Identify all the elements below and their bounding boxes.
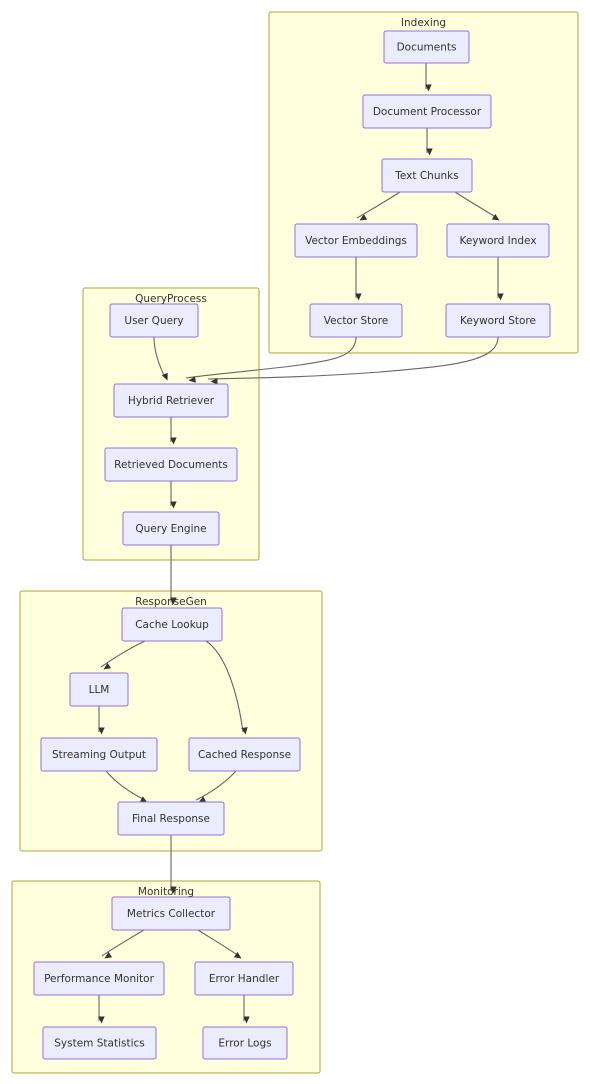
node-query_engine[interactable]: Query Engine [122,511,220,546]
node-performance_monitor[interactable]: Performance Monitor [33,961,165,996]
node-system_statistics[interactable]: System Statistics [42,1026,157,1060]
node-error_logs[interactable]: Error Logs [202,1026,288,1060]
node-label: Document Processor [373,106,482,118]
node-cache_lookup[interactable]: Cache Lookup [121,607,223,642]
node-document_processor[interactable]: Document Processor [362,94,492,129]
node-user_query[interactable]: User Query [109,303,199,338]
node-vector_store[interactable]: Vector Store [309,303,403,338]
node-label: Performance Monitor [44,973,154,985]
node-label: Query Engine [135,523,206,535]
cluster-label-queryprocess: QueryProcess [135,293,207,305]
node-label: User Query [124,315,183,327]
node-vector_embeddings[interactable]: Vector Embeddings [294,223,418,258]
cluster-layer [11,11,579,1074]
node-label: Final Response [132,813,210,825]
cluster-label-responsegen: ResponseGen [135,596,207,608]
node-label: Documents [397,42,457,54]
node-label: Streaming Output [52,749,146,761]
node-retrieved_documents[interactable]: Retrieved Documents [104,447,238,482]
node-llm[interactable]: LLM [69,672,129,707]
node-label: System Statistics [54,1038,145,1050]
node-label: Retrieved Documents [114,459,228,471]
cluster-label-indexing: Indexing [401,17,446,29]
node-label: Cached Response [198,749,291,761]
node-label: Vector Store [324,315,389,327]
node-label: Keyword Store [460,315,536,327]
flowchart-diagram: Documents Document Processor Text Chunks Ve… [0,0,590,1084]
cluster-label-monitoring: Monitoring [138,886,194,898]
node-label: Hybrid Retriever [128,395,215,407]
node-label: Keyword Index [459,235,536,247]
flowchart-canvas: Documents Document Processor Text Chunks Ve… [11,11,579,1074]
node-label: Vector Embeddings [305,235,407,247]
node-hybrid_retriever[interactable]: Hybrid Retriever [113,383,229,418]
node-error_handler[interactable]: Error Handler [194,961,294,996]
node-metrics_collector[interactable]: Metrics Collector [111,896,231,931]
node-keyword_store[interactable]: Keyword Store [445,303,551,338]
node-text_chunks[interactable]: Text Chunks [381,158,473,193]
node-documents[interactable]: Documents [383,30,470,64]
node-label: Error Logs [218,1038,271,1050]
node-final_response[interactable]: Final Response [117,801,225,836]
node-label: LLM [89,684,110,696]
node-keyword_index[interactable]: Keyword Index [446,223,550,258]
node-label: Error Handler [209,973,280,985]
node-label: Metrics Collector [127,908,216,920]
node-label: Cache Lookup [135,619,209,631]
node-cached_response[interactable]: Cached Response [188,737,301,772]
node-streaming_output[interactable]: Streaming Output [40,737,158,772]
node-label: Text Chunks [394,170,458,182]
